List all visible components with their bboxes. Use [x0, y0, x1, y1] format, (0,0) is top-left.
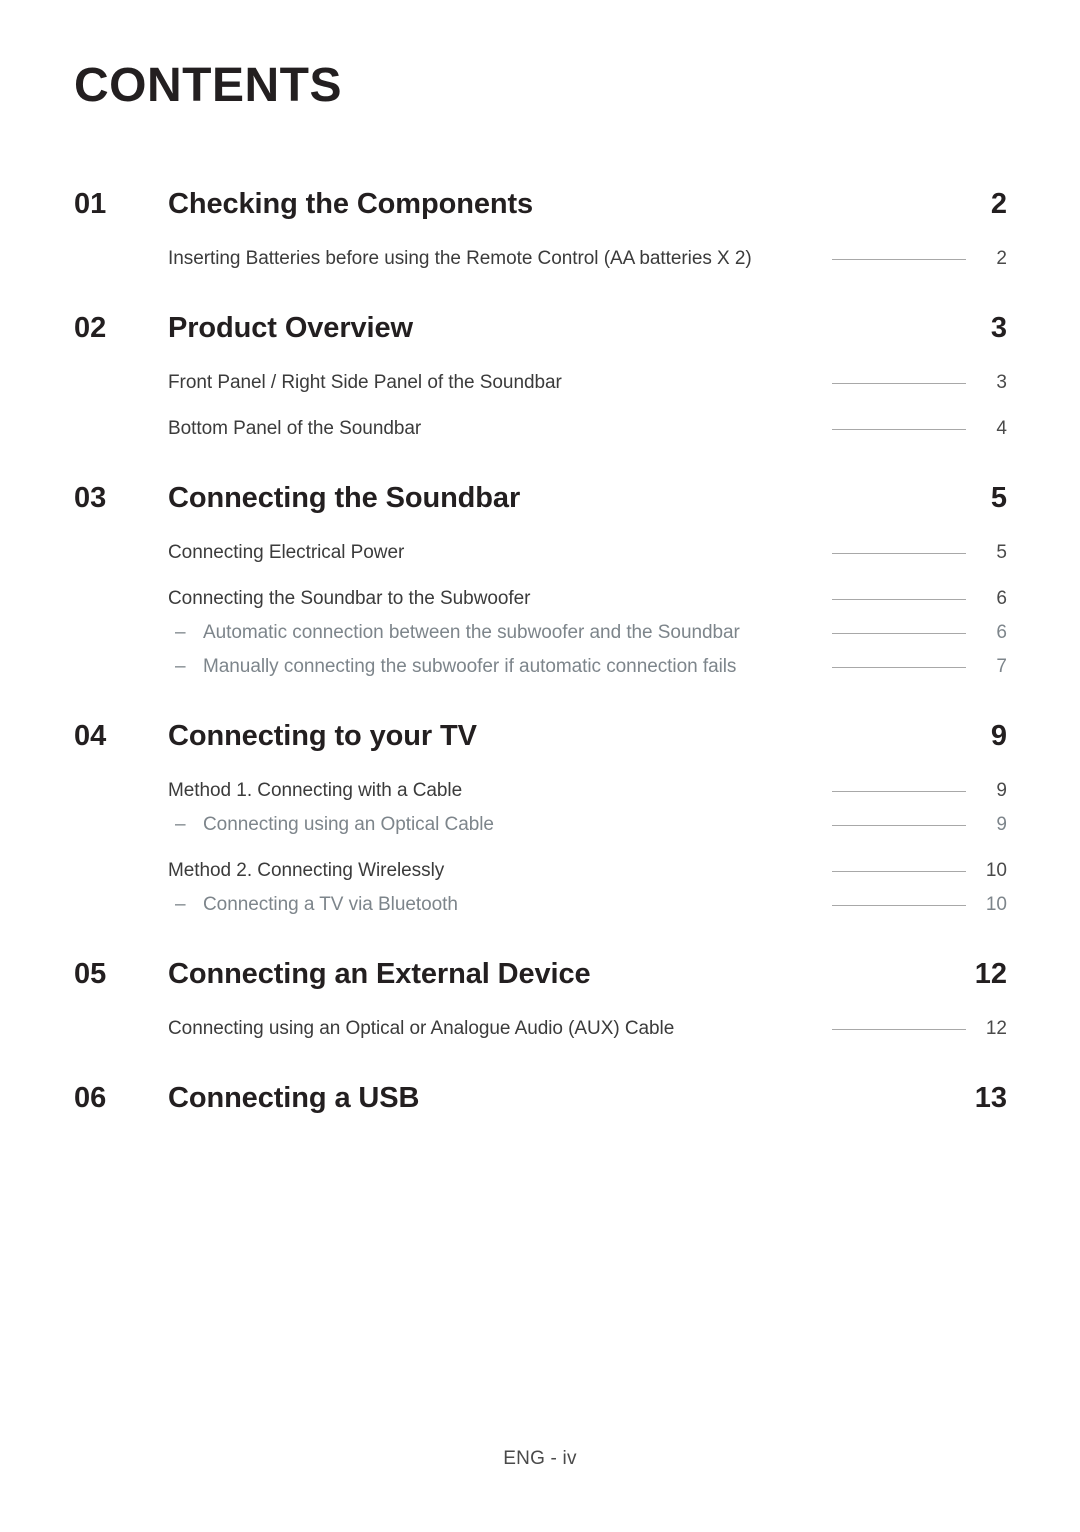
- toc-entry-label[interactable]: Connecting using an Optical Cable: [203, 808, 494, 842]
- toc-entry-row[interactable]: Connecting Electrical Power 5: [0, 536, 1080, 570]
- toc-entry-page-number: 4: [996, 418, 1007, 439]
- toc-entry-page-number: 7: [996, 656, 1007, 677]
- toc-entry-row[interactable]: Connecting the Soundbar to the Subwoofer…: [0, 582, 1080, 616]
- leader-line: [832, 633, 966, 634]
- toc-entry-page-number: 5: [996, 542, 1007, 563]
- leader-line: [832, 871, 966, 872]
- toc-entry-page-number: 12: [985, 1018, 1007, 1039]
- chapter-page-number: 5: [990, 482, 1007, 514]
- chapter-number: 03: [74, 482, 107, 514]
- toc-entry-label[interactable]: Connecting a TV via Bluetooth: [203, 888, 458, 922]
- dash-bullet-icon: –: [175, 656, 186, 677]
- toc-sub-entry-row[interactable]: – Connecting a TV via Bluetooth 10: [0, 888, 1080, 922]
- toc-entry-page-number: 6: [996, 622, 1007, 643]
- leader-line: [832, 667, 966, 668]
- chapter-page-number: 13: [974, 1082, 1007, 1114]
- toc-chapter-row[interactable]: 04 Connecting to your TV 9: [0, 710, 1080, 762]
- toc-page: CONTENTS 01 Checking the Components 2 Inser…: [0, 0, 1080, 1532]
- toc-chapter-row[interactable]: 01 Checking the Components 2: [0, 178, 1080, 230]
- toc-entry-label[interactable]: Connecting the Soundbar to the Subwoofer: [168, 582, 530, 616]
- toc-entry-label[interactable]: Connecting Electrical Power: [168, 536, 404, 570]
- page-footer: ENG - iv: [503, 1448, 577, 1469]
- toc-chapter: 01 Checking the Components 2 Inserting Batt…: [0, 178, 1080, 276]
- chapter-title[interactable]: Product Overview: [168, 302, 413, 354]
- toc-chapter-row[interactable]: 03 Connecting the Soundbar 5: [0, 472, 1080, 524]
- chapter-number: 06: [74, 1082, 107, 1114]
- toc-chapter: 06 Connecting a USB 13: [0, 1072, 1080, 1124]
- table-of-contents: 01 Checking the Components 2 Inserting Batt…: [0, 178, 1080, 1124]
- chapter-page-number: 2: [990, 188, 1007, 220]
- toc-chapter-row[interactable]: 06 Connecting a USB 13: [0, 1072, 1080, 1124]
- toc-entry-label[interactable]: Method 2. Connecting Wirelessly: [168, 854, 444, 888]
- dash-bullet-icon: –: [175, 894, 186, 915]
- toc-chapter: 04 Connecting to your TV 9 Method 1. Connec…: [0, 710, 1080, 922]
- chapter-number: 05: [74, 958, 107, 990]
- toc-entry-row[interactable]: Connecting using an Optical or Analogue …: [0, 1012, 1080, 1046]
- toc-chapter: 02 Product Overview 3 Front Panel / Right S…: [0, 302, 1080, 446]
- chapter-title[interactable]: Connecting an External Device: [168, 948, 591, 1000]
- toc-sub-entry-row[interactable]: – Manually connecting the subwoofer if au…: [0, 650, 1080, 684]
- leader-line: [832, 599, 966, 600]
- leader-line: [832, 383, 966, 384]
- toc-entry-label[interactable]: Manually connecting the subwoofer if aut…: [203, 650, 736, 684]
- toc-entry-row[interactable]: Method 2. Connecting Wirelessly 10: [0, 854, 1080, 888]
- chapter-title[interactable]: Checking the Components: [168, 178, 533, 230]
- toc-entry-row[interactable]: Method 1. Connecting with a Cable 9: [0, 774, 1080, 808]
- toc-entry-page-number: 10: [985, 860, 1007, 881]
- toc-chapter: 03 Connecting the Soundbar 5 Connecting Ele…: [0, 472, 1080, 684]
- toc-entry-label[interactable]: Connecting using an Optical or Analogue …: [168, 1012, 674, 1046]
- dash-bullet-icon: –: [175, 622, 186, 643]
- chapter-page-number: 12: [974, 958, 1007, 990]
- toc-entry-label[interactable]: Automatic connection between the subwoof…: [203, 616, 740, 650]
- chapter-title[interactable]: Connecting the Soundbar: [168, 472, 520, 524]
- toc-entry-page-number: 2: [996, 248, 1007, 269]
- toc-entry-page-number: 10: [985, 894, 1007, 915]
- chapter-number: 02: [74, 312, 107, 344]
- toc-entry-page-number: 9: [996, 814, 1007, 835]
- chapter-page-number: 3: [990, 312, 1007, 344]
- toc-entry-label[interactable]: Method 1. Connecting with a Cable: [168, 774, 462, 808]
- leader-line: [832, 553, 966, 554]
- toc-entry-page-number: 9: [996, 780, 1007, 801]
- chapter-number: 04: [74, 720, 107, 752]
- toc-entry-row[interactable]: Front Panel / Right Side Panel of the So…: [0, 366, 1080, 400]
- toc-sub-entry-row[interactable]: – Connecting using an Optical Cable 9: [0, 808, 1080, 842]
- toc-chapter: 05 Connecting an External Device 12 Connect…: [0, 948, 1080, 1046]
- toc-entry-label[interactable]: Inserting Batteries before using the Rem…: [168, 242, 752, 276]
- chapter-page-number: 9: [990, 720, 1007, 752]
- leader-line: [832, 791, 966, 792]
- toc-sub-entry-row[interactable]: – Automatic connection between the subwoo…: [0, 616, 1080, 650]
- leader-line: [832, 905, 966, 906]
- toc-chapter-row[interactable]: 05 Connecting an External Device 12: [0, 948, 1080, 1000]
- leader-line: [832, 429, 966, 430]
- toc-entry-page-number: 6: [996, 588, 1007, 609]
- chapter-title[interactable]: Connecting to your TV: [168, 710, 477, 762]
- leader-line: [832, 1029, 966, 1030]
- toc-entry-page-number: 3: [996, 372, 1007, 393]
- leader-line: [832, 259, 966, 260]
- toc-entry-row[interactable]: Bottom Panel of the Soundbar 4: [0, 412, 1080, 446]
- chapter-title[interactable]: Connecting a USB: [168, 1072, 419, 1124]
- toc-entry-label[interactable]: Front Panel / Right Side Panel of the So…: [168, 366, 562, 400]
- toc-entry-row[interactable]: Inserting Batteries before using the Rem…: [0, 242, 1080, 276]
- chapter-number: 01: [74, 188, 107, 220]
- toc-entry-label[interactable]: Bottom Panel of the Soundbar: [168, 412, 421, 446]
- page-title: CONTENTS: [74, 59, 342, 112]
- toc-chapter-row[interactable]: 02 Product Overview 3: [0, 302, 1080, 354]
- dash-bullet-icon: –: [175, 814, 186, 835]
- leader-line: [832, 825, 966, 826]
